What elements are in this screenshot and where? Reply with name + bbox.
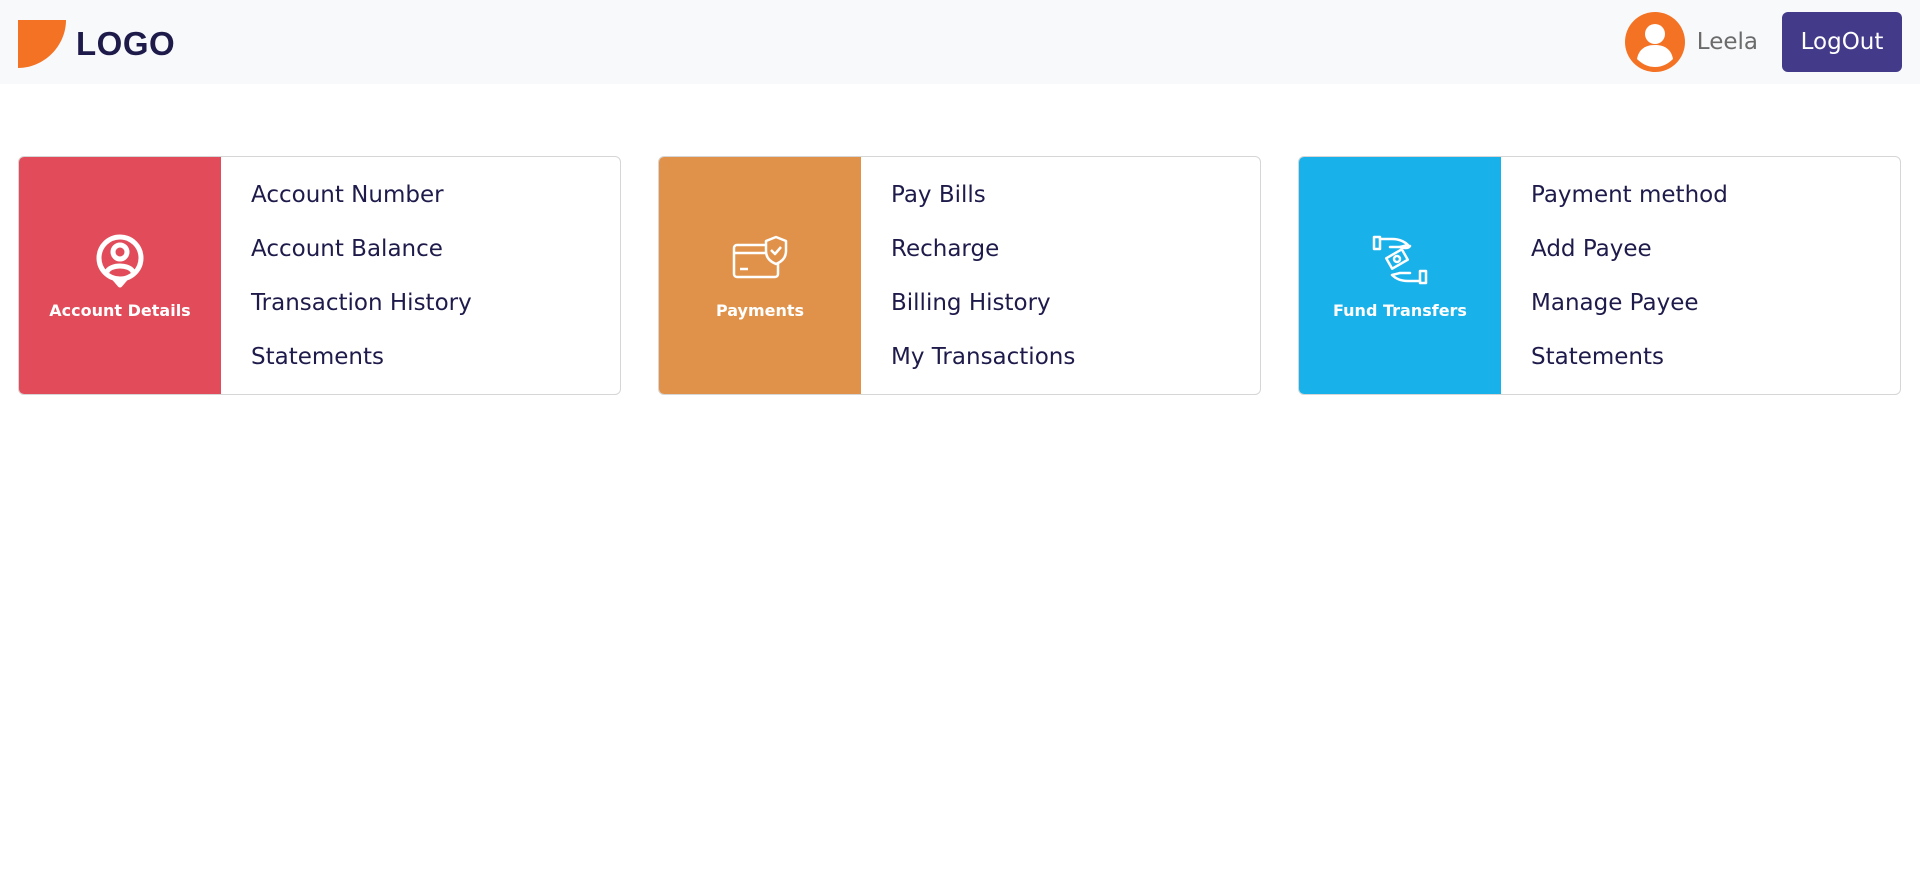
account-details-links: Account Number Account Balance Transacti…	[221, 157, 620, 394]
link-account-number[interactable]: Account Number	[251, 178, 620, 232]
hand-transfer-icon	[1372, 235, 1428, 285]
link-recharge[interactable]: Recharge	[891, 232, 1260, 286]
link-add-payee[interactable]: Add Payee	[1531, 232, 1900, 286]
logo-mark-icon	[18, 20, 66, 68]
fund-transfers-links: Payment method Add Payee Manage Payee St…	[1501, 157, 1900, 394]
top-navbar: LOGO Leela LogOut	[0, 0, 1920, 84]
link-manage-payee[interactable]: Manage Payee	[1531, 286, 1900, 340]
link-account-balance[interactable]: Account Balance	[251, 232, 620, 286]
account-details-tile[interactable]: Account Details	[19, 157, 221, 394]
fund-transfers-tile[interactable]: Fund Transfers	[1299, 157, 1501, 394]
fund-transfers-title: Fund Transfers	[1333, 301, 1467, 320]
avatar-icon[interactable]	[1624, 12, 1685, 72]
logo[interactable]: LOGO	[18, 20, 175, 68]
account-details-card: Account Details Account Number Account B…	[18, 156, 621, 395]
user-pin-icon	[96, 234, 144, 288]
secure-card-icon	[732, 235, 788, 279]
logo-text: LOGO	[76, 25, 176, 62]
username: Leela	[1696, 29, 1758, 55]
payments-title: Payments	[715, 301, 805, 320]
services-cards: Account Details Account Number Account B…	[18, 156, 1901, 395]
fund-transfers-card: Fund Transfers Payment method Add Payee …	[1298, 156, 1901, 395]
payments-card: Payments Pay Bills Recharge Billing Hist…	[658, 156, 1261, 395]
link-pay-bills[interactable]: Pay Bills	[891, 178, 1260, 232]
link-transfer-statements[interactable]: Statements	[1531, 340, 1900, 394]
link-billing-history[interactable]: Billing History	[891, 286, 1260, 340]
payments-links: Pay Bills Recharge Billing History My Tr…	[861, 157, 1260, 394]
account-details-title: Account Details	[49, 301, 191, 320]
user-area: Leela LogOut	[1624, 12, 1902, 72]
link-my-transactions[interactable]: My Transactions	[891, 340, 1260, 394]
payments-tile[interactable]: Payments	[659, 157, 861, 394]
link-account-statements[interactable]: Statements	[251, 340, 620, 394]
logout-button[interactable]: LogOut	[1782, 12, 1902, 72]
link-payment-method[interactable]: Payment method	[1531, 178, 1900, 232]
link-transaction-history[interactable]: Transaction History	[251, 286, 620, 340]
